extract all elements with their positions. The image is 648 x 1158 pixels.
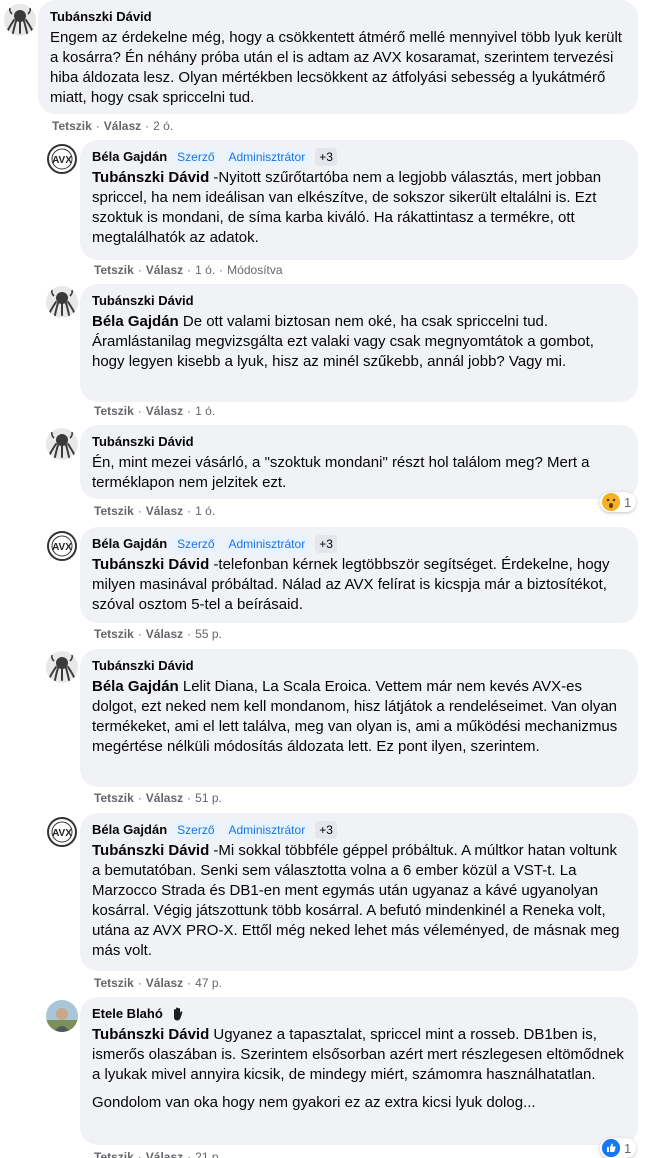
like-link[interactable]: Tetszik: [94, 503, 134, 519]
reply-link[interactable]: Válasz: [146, 975, 183, 991]
comment-text: Én, mint mezei vásárló, a "szoktuk monda…: [92, 454, 590, 491]
mention-link[interactable]: Béla Gajdán: [92, 313, 179, 330]
more-badges[interactable]: +3: [315, 821, 337, 839]
comment-time[interactable]: 21 p.: [195, 1149, 222, 1158]
mention-link[interactable]: Tubánszki Dávid: [92, 1026, 209, 1043]
octopus-avatar-icon: [46, 651, 78, 683]
comment-actions: Tetszik · Válasz · 1 ó.: [94, 503, 216, 519]
reply-link[interactable]: Válasz: [146, 403, 183, 419]
comment-author[interactable]: Béla Gajdán: [92, 536, 167, 552]
comment-actions: Tetszik · Válasz · 55 p.: [94, 626, 222, 642]
like-link[interactable]: Tetszik: [94, 403, 134, 419]
mention-link[interactable]: Tubánszki Dávid: [92, 169, 209, 186]
admin-badge[interactable]: Adminisztrátor: [224, 148, 310, 166]
author-badge[interactable]: Szerző: [173, 535, 219, 553]
comment-actions: Tetszik · Válasz · 1 ó.: [94, 403, 216, 419]
comment-actions: Tetszik · Válasz · 1 ó. · Módosítva: [94, 262, 283, 278]
avatar-tubanszki[interactable]: [4, 4, 36, 36]
comment-time[interactable]: 1 ó.: [195, 262, 215, 278]
comment-actions: Tetszik · Válasz · 51 p.: [94, 790, 222, 806]
avx-logo-avatar-icon: [46, 530, 78, 562]
comment-actions: Tetszik · Válasz · 47 p.: [94, 975, 222, 991]
more-badges[interactable]: +3: [315, 148, 337, 166]
octopus-avatar-icon: [46, 428, 78, 460]
wow-emoji-icon: [602, 493, 620, 511]
like-thumb-icon: [602, 1139, 620, 1157]
more-badges[interactable]: +3: [315, 535, 337, 553]
mention-link[interactable]: Béla Gajdán: [92, 678, 179, 695]
avatar-bela[interactable]: [46, 143, 78, 175]
octopus-avatar-icon: [46, 286, 78, 318]
like-link[interactable]: Tetszik: [94, 262, 134, 278]
comment-time[interactable]: 47 p.: [195, 975, 222, 991]
reaction-summary[interactable]: 1: [600, 492, 637, 512]
comment-bubble: Béla Gajdán Szerző Adminisztrátor +3 Tub…: [80, 140, 638, 260]
like-link[interactable]: Tetszik: [94, 626, 134, 642]
comment-bubble: Béla Gajdán Szerző Adminisztrátor +3 Tub…: [80, 813, 638, 971]
comment-bubble: Etele Blahó Tubánszki Dávid Ugyanez a ta…: [80, 997, 638, 1145]
comment-author[interactable]: Tubánszki Dávid: [50, 9, 152, 25]
mention-link[interactable]: Tubánszki Dávid: [92, 556, 209, 573]
avatar-tubanszki[interactable]: [46, 651, 78, 683]
like-link[interactable]: Tetszik: [94, 790, 134, 806]
reply-link[interactable]: Válasz: [146, 1149, 183, 1158]
avatar-bela[interactable]: [46, 816, 78, 848]
comment-author[interactable]: Tubánszki Dávid: [92, 434, 194, 450]
reaction-count: 1: [624, 494, 632, 510]
comment-author[interactable]: Béla Gajdán: [92, 822, 167, 838]
mention-link[interactable]: Tubánszki Dávid: [92, 842, 209, 859]
comment-actions: Tetszik · Válasz · 21 p.: [94, 1149, 222, 1158]
comment-time[interactable]: 2 ó.: [153, 118, 173, 134]
comment-time[interactable]: 1 ó.: [195, 403, 215, 419]
reply-link[interactable]: Válasz: [146, 262, 183, 278]
comment-text: Tubánszki Dávid -Nyitott szűrőtartóba ne…: [92, 169, 602, 246]
comment-text: Engem az érdekelne még, hogy a csökkente…: [50, 29, 622, 106]
reply-link[interactable]: Válasz: [104, 118, 141, 134]
comment-time[interactable]: 51 p.: [195, 790, 222, 806]
edited-label[interactable]: Módosítva: [227, 262, 282, 278]
comment-bubble: Tubánszki Dávid Én, mint mezei vásárló, …: [80, 425, 638, 499]
comment-bubble: Béla Gajdán Szerző Adminisztrátor +3 Tub…: [80, 527, 638, 623]
avatar-bela[interactable]: [46, 530, 78, 562]
reply-link[interactable]: Válasz: [146, 626, 183, 642]
person-photo-avatar-icon: [46, 1000, 78, 1032]
comment-author[interactable]: Tubánszki Dávid: [92, 293, 194, 309]
comment-bubble: Tubánszki Dávid Béla Gajdán Lelit Diana,…: [80, 649, 638, 787]
reply-link[interactable]: Válasz: [146, 790, 183, 806]
like-link[interactable]: Tetszik: [94, 975, 134, 991]
comment-text-continued: Gondolom van oka hogy nem gyakori ez az …: [92, 1094, 536, 1111]
comment-text: Tubánszki Dávid Ugyanez a tapasztalat, s…: [92, 1026, 624, 1083]
comment-bubble: Tubánszki Dávid Béla Gajdán De ott valam…: [80, 284, 638, 402]
comment-text: Tubánszki Dávid -telefonban kérnek legtö…: [92, 556, 610, 613]
admin-badge[interactable]: Adminisztrátor: [224, 821, 310, 839]
reaction-count: 1: [624, 1140, 632, 1156]
reply-link[interactable]: Válasz: [146, 503, 183, 519]
avatar-tubanszki[interactable]: [46, 428, 78, 460]
avx-logo-avatar-icon: [46, 816, 78, 848]
author-badge[interactable]: Szerző: [173, 148, 219, 166]
avatar-tubanszki[interactable]: [46, 286, 78, 318]
comment-bubble: Tubánszki Dávid Engem az érdekelne még, …: [38, 0, 638, 114]
author-badge[interactable]: Szerző: [173, 821, 219, 839]
comment-text: Béla Gajdán Lelit Diana, La Scala Eroica…: [92, 678, 618, 755]
avatar-etele[interactable]: [46, 1000, 78, 1032]
comment-actions: Tetszik · Válasz · 2 ó.: [52, 118, 174, 134]
waving-hand-badge-icon[interactable]: [169, 1005, 187, 1023]
like-link[interactable]: Tetszik: [94, 1149, 134, 1158]
comment-time[interactable]: 1 ó.: [195, 503, 215, 519]
like-link[interactable]: Tetszik: [52, 118, 92, 134]
comment-author[interactable]: Tubánszki Dávid: [92, 658, 194, 674]
comment-author[interactable]: Béla Gajdán: [92, 149, 167, 165]
reaction-summary[interactable]: 1: [600, 1138, 637, 1158]
comment-text: Tubánszki Dávid -Mi sokkal többféle gépp…: [92, 842, 620, 959]
comment-time[interactable]: 55 p.: [195, 626, 222, 642]
octopus-avatar-icon: [4, 4, 36, 36]
comment-text: Béla Gajdán De ott valami biztosan nem o…: [92, 313, 594, 370]
avx-logo-avatar-icon: [46, 143, 78, 175]
comment-author[interactable]: Etele Blahó: [92, 1006, 163, 1022]
admin-badge[interactable]: Adminisztrátor: [224, 535, 310, 553]
